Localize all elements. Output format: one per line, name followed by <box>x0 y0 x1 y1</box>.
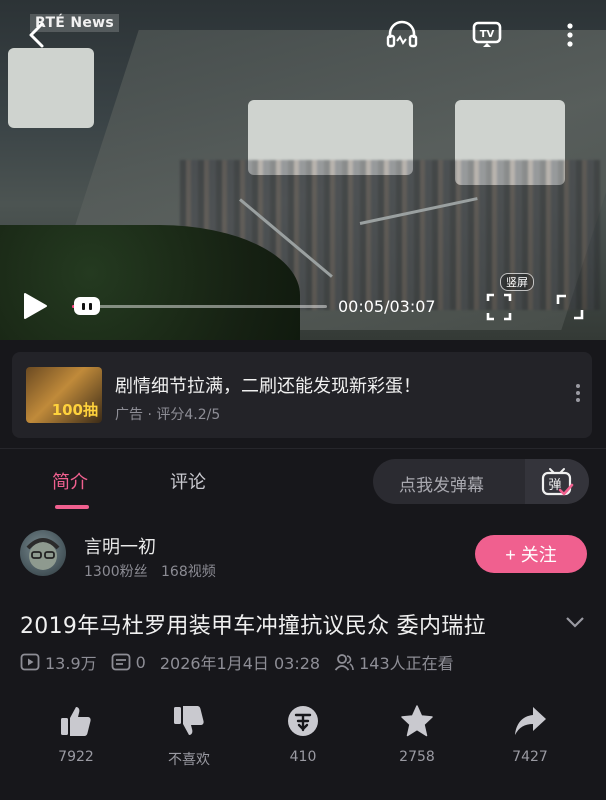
coin-button[interactable]: 410 <box>255 703 351 765</box>
video-player[interactable]: RTÉ News TV 00:05/03:07 竖屏 <box>0 0 606 340</box>
ad-more-icon[interactable] <box>568 384 588 408</box>
viewers-icon <box>334 652 354 672</box>
watching-count: 143人正在看 <box>359 654 454 673</box>
tv-cast-button[interactable]: TV <box>470 18 504 52</box>
vertical-screen-badge: 竖屏 <box>500 273 534 291</box>
progress-bar[interactable] <box>72 305 327 308</box>
ad-meta: 广告 · 评分4.2/5 <box>115 407 221 423</box>
danmaku-placeholder: 点我发弹幕 <box>399 476 484 496</box>
fans-count: 1300粉丝 <box>84 564 148 580</box>
thumbs-up-icon <box>58 703 94 739</box>
share-button[interactable]: 7427 <box>482 703 578 765</box>
more-options-button[interactable] <box>553 18 587 52</box>
ad-title: 剧情细节拉满，二刷还能发现新彩蛋！ <box>115 376 421 397</box>
tab-comments[interactable]: 评论 <box>170 468 206 494</box>
coin-icon <box>285 703 321 739</box>
ad-thumbnail: 100抽 <box>26 367 102 423</box>
play-count: 13.9万 <box>45 654 97 673</box>
uploader-name[interactable]: 言明一初 <box>84 533 156 559</box>
ad-card[interactable]: 100抽 剧情细节拉满，二刷还能发现新彩蛋！ 广告 · 评分4.2/5 <box>12 352 592 438</box>
fullscreen-button[interactable] <box>556 294 584 324</box>
danmaku-toggle-button[interactable]: 弹 <box>525 459 589 504</box>
vertical-screen-button[interactable] <box>486 293 512 325</box>
video-title: 2019年马杜罗用装甲车冲撞抗议民众 委内瑞拉 <box>20 614 486 639</box>
svg-text:TV: TV <box>480 29 495 40</box>
publish-date: 2026年1月4日 03:28 <box>159 654 321 673</box>
video-count: 168视频 <box>161 564 216 580</box>
progress-handle[interactable] <box>74 297 100 315</box>
action-bar: 7922 不喜欢 410 2758 7427 <box>0 703 606 773</box>
danmaku-input[interactable]: 点我发弹幕 弹 <box>373 459 589 504</box>
play-count-icon <box>20 652 40 672</box>
thumbs-down-icon <box>171 703 207 739</box>
time-display: 00:05/03:07 <box>338 297 436 316</box>
uploader-avatar[interactable] <box>20 530 66 576</box>
star-icon <box>399 703 435 739</box>
like-button[interactable]: 7922 <box>28 703 124 765</box>
active-tab-indicator <box>55 505 89 509</box>
play-button[interactable] <box>22 292 48 324</box>
danmaku-count: 0 <box>135 652 146 672</box>
divider <box>0 448 606 449</box>
tab-intro[interactable]: 简介 <box>52 468 88 494</box>
video-stats: 13.9万 0 2026年1月4日 03:28 143人正在看 <box>20 651 454 673</box>
danmaku-count-icon <box>111 652 131 672</box>
follow-button[interactable]: + 关注 <box>475 535 587 573</box>
expand-chevron-icon[interactable] <box>565 613 585 632</box>
favorite-button[interactable]: 2758 <box>369 703 465 765</box>
audio-mode-button[interactable] <box>385 18 419 52</box>
back-button[interactable] <box>20 18 54 52</box>
share-icon <box>512 703 548 739</box>
dislike-button[interactable]: 不喜欢 <box>141 703 237 769</box>
uploader-stats: 1300粉丝 168视频 <box>84 561 216 581</box>
